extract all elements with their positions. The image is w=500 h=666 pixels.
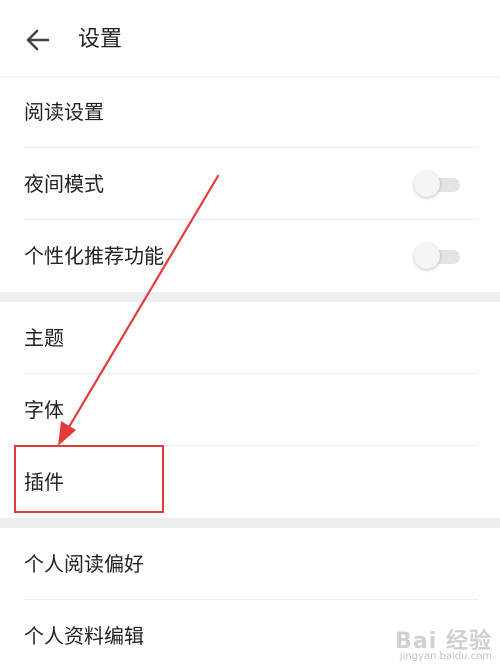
setting-label: 插件 xyxy=(24,470,64,494)
setting-row-plugins[interactable]: 插件 xyxy=(0,446,500,518)
setting-label: 阅读设置 xyxy=(24,100,104,124)
toggle-knob xyxy=(414,243,440,269)
back-button[interactable] xyxy=(22,24,54,56)
page-title: 设置 xyxy=(78,27,123,52)
setting-row-personalized-recommendation[interactable]: 个性化推荐功能 xyxy=(0,220,500,292)
setting-label: 主题 xyxy=(24,326,64,350)
personalized-recommendation-toggle[interactable] xyxy=(414,243,460,269)
settings-screen: 设置 阅读设置 夜间模式 个性化推荐功能 主题 字体 插件 个人阅读偏好 个人资… xyxy=(0,0,500,666)
app-bar: 设置 xyxy=(0,0,500,76)
section-gap xyxy=(0,518,500,528)
night-mode-toggle[interactable] xyxy=(414,171,460,197)
setting-row-reading-settings[interactable]: 阅读设置 xyxy=(0,76,500,148)
setting-row-night-mode[interactable]: 夜间模式 xyxy=(0,148,500,220)
setting-row-theme[interactable]: 主题 xyxy=(0,302,500,374)
toggle-knob xyxy=(414,171,440,197)
setting-label: 字体 xyxy=(24,398,64,422)
setting-label: 夜间模式 xyxy=(24,172,104,196)
setting-label: 个性化推荐功能 xyxy=(24,244,164,268)
setting-row-reading-preferences[interactable]: 个人阅读偏好 xyxy=(0,528,500,600)
section-gap xyxy=(0,292,500,302)
setting-label: 个人资料编辑 xyxy=(24,624,144,648)
setting-row-profile-edit[interactable]: 个人资料编辑 xyxy=(0,600,500,666)
setting-row-font[interactable]: 字体 xyxy=(0,374,500,446)
arrow-left-icon xyxy=(26,29,50,51)
setting-label: 个人阅读偏好 xyxy=(24,552,144,576)
